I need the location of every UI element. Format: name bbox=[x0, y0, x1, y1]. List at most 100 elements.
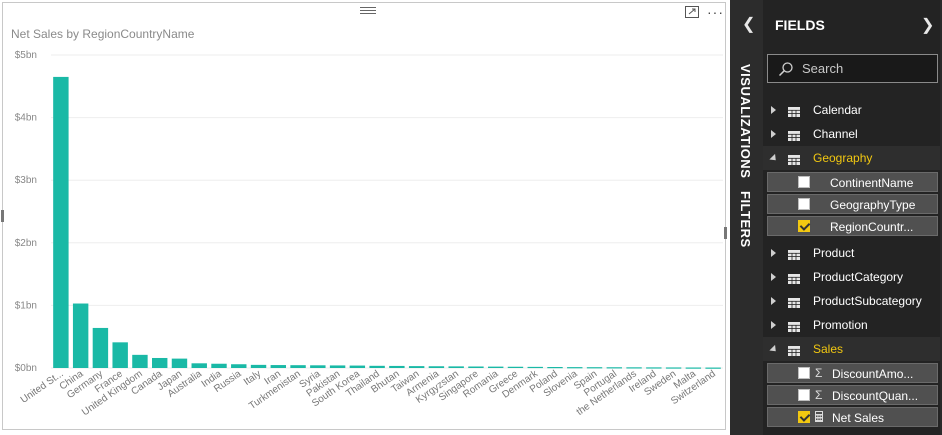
table-label: Geography bbox=[813, 151, 873, 165]
caret-right-icon[interactable] bbox=[771, 273, 776, 281]
table-product[interactable]: Product bbox=[763, 241, 942, 265]
field-checkbox[interactable] bbox=[798, 367, 810, 379]
bar[interactable] bbox=[152, 357, 168, 368]
bar[interactable] bbox=[349, 365, 366, 368]
caret-right-icon[interactable] bbox=[771, 130, 776, 138]
table-productsubcategory[interactable]: ProductSubcategory bbox=[763, 289, 942, 313]
field-checkbox[interactable] bbox=[798, 176, 810, 188]
y-tick-label: $1bn bbox=[15, 300, 37, 311]
table-label: Promotion bbox=[813, 318, 868, 332]
bar[interactable] bbox=[270, 365, 287, 368]
table-icon bbox=[788, 104, 800, 117]
bar[interactable] bbox=[468, 366, 484, 369]
table-label: ProductSubcategory bbox=[813, 294, 922, 308]
bar[interactable] bbox=[250, 364, 267, 368]
table-promotion[interactable]: Promotion bbox=[763, 313, 942, 337]
field-item[interactable]: Net Sales bbox=[767, 407, 938, 427]
table-label: ProductCategory bbox=[813, 270, 904, 284]
table-label: Product bbox=[813, 246, 855, 260]
table-icon bbox=[788, 128, 800, 141]
bar[interactable] bbox=[92, 327, 109, 368]
bar[interactable] bbox=[527, 366, 543, 369]
fields-pane: FIELDS ❯ Calendar Channel Geography Contine… bbox=[763, 0, 942, 435]
bar-chart-visual[interactable]: ··· Net Sales by RegionCountryName $0bn $… bbox=[1, 2, 727, 430]
search-icon bbox=[778, 62, 793, 77]
bar[interactable] bbox=[171, 358, 188, 368]
bar[interactable] bbox=[132, 354, 148, 368]
table-icon bbox=[788, 343, 800, 356]
table-sales[interactable]: Sales bbox=[763, 337, 942, 361]
bar[interactable] bbox=[685, 367, 702, 369]
field-item[interactable]: GeographyType bbox=[767, 194, 938, 214]
y-tick-label: $3bn bbox=[15, 175, 37, 186]
chevron-left-icon[interactable]: ❮ bbox=[742, 14, 755, 34]
bar[interactable] bbox=[231, 364, 247, 368]
y-tick-label: $5bn bbox=[15, 50, 37, 61]
bar[interactable] bbox=[53, 76, 69, 368]
caret-right-icon[interactable] bbox=[771, 249, 776, 257]
bar[interactable] bbox=[408, 366, 425, 368]
y-tick-label: $0bn bbox=[15, 363, 37, 374]
bar[interactable] bbox=[72, 303, 89, 368]
bar[interactable] bbox=[626, 367, 642, 369]
bar[interactable] bbox=[488, 366, 504, 368]
visualizations-filters-strip: ❮ VISUALIZATIONS FILTERS bbox=[730, 0, 763, 435]
table-calendar[interactable]: Calendar bbox=[763, 98, 942, 122]
filters-tab[interactable]: FILTERS bbox=[738, 191, 753, 248]
calculator-icon bbox=[815, 411, 823, 422]
sigma-icon: Σ bbox=[815, 388, 823, 402]
table-productcategory[interactable]: ProductCategory bbox=[763, 265, 942, 289]
bar[interactable] bbox=[507, 366, 524, 368]
bar[interactable] bbox=[586, 367, 603, 369]
bar[interactable] bbox=[567, 367, 583, 369]
caret-right-icon[interactable] bbox=[771, 106, 776, 114]
caret-down-icon[interactable] bbox=[769, 344, 779, 355]
caret-right-icon[interactable] bbox=[771, 321, 776, 329]
chevron-right-icon[interactable]: ❯ bbox=[921, 15, 934, 35]
table-geography[interactable]: Geography bbox=[763, 146, 942, 170]
bar[interactable] bbox=[646, 367, 662, 369]
table-icon bbox=[788, 152, 800, 165]
bar[interactable] bbox=[547, 367, 563, 369]
chart-plot: $0bn$1bn$2bn$3bn$4bn$5bnUnited St...Chin… bbox=[15, 50, 723, 418]
bar[interactable] bbox=[448, 366, 464, 368]
bar[interactable] bbox=[329, 365, 346, 368]
bar[interactable] bbox=[389, 365, 405, 368]
table-icon bbox=[788, 247, 800, 260]
bar[interactable] bbox=[211, 363, 227, 368]
field-checkbox[interactable] bbox=[798, 389, 810, 401]
field-label: DiscountQuan... bbox=[832, 389, 919, 403]
y-tick-label: $2bn bbox=[15, 238, 37, 249]
sigma-icon: Σ bbox=[815, 366, 823, 380]
report-canvas: ··· Net Sales by RegionCountryName $0bn $… bbox=[0, 0, 730, 435]
field-item[interactable]: RegionCountr... bbox=[767, 216, 938, 236]
field-checkbox[interactable] bbox=[798, 411, 810, 423]
bar[interactable] bbox=[665, 367, 682, 369]
field-item[interactable]: Σ DiscountQuan... bbox=[767, 385, 938, 405]
table-icon bbox=[788, 295, 800, 308]
table-channel[interactable]: Channel bbox=[763, 122, 942, 146]
field-label: RegionCountr... bbox=[830, 220, 914, 234]
table-icon bbox=[788, 271, 800, 284]
field-label: GeographyType bbox=[830, 198, 916, 212]
field-item[interactable]: Σ DiscountAmo... bbox=[767, 363, 938, 383]
x-tick-label: Italy bbox=[242, 368, 263, 388]
visualizations-tab[interactable]: VISUALIZATIONS bbox=[738, 64, 753, 178]
bar[interactable] bbox=[369, 365, 385, 368]
x-tick-label: United St... bbox=[19, 368, 66, 405]
bar[interactable] bbox=[606, 367, 623, 369]
bar[interactable] bbox=[428, 366, 445, 368]
bar[interactable] bbox=[705, 367, 721, 369]
table-label: Sales bbox=[813, 342, 844, 356]
caret-down-icon[interactable] bbox=[769, 153, 779, 164]
field-checkbox[interactable] bbox=[798, 220, 810, 232]
caret-right-icon[interactable] bbox=[771, 297, 776, 305]
search-box[interactable] bbox=[767, 54, 938, 83]
bar[interactable] bbox=[112, 342, 128, 368]
search-input[interactable] bbox=[800, 60, 934, 77]
field-checkbox[interactable] bbox=[798, 198, 810, 210]
bar[interactable] bbox=[310, 365, 326, 368]
bar[interactable] bbox=[290, 365, 306, 368]
field-item[interactable]: ContinentName bbox=[767, 172, 938, 192]
bar[interactable] bbox=[191, 363, 207, 368]
